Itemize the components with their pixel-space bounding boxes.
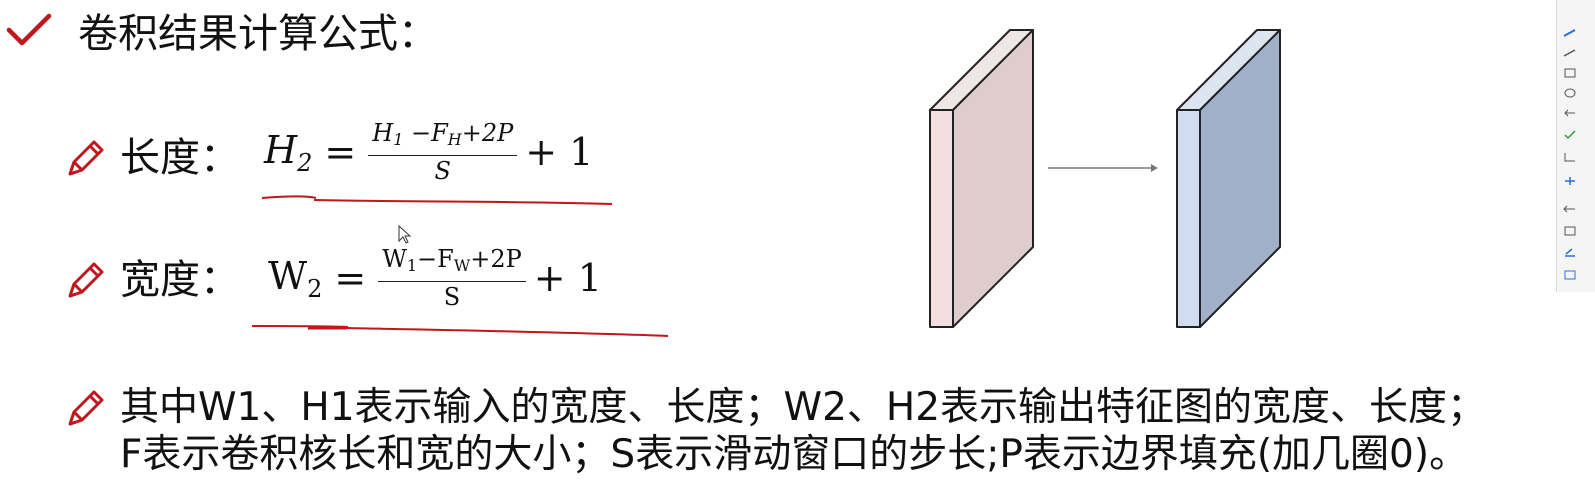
formula-lhs: W2 <box>268 253 323 303</box>
fraction-numerator: W1−FW+2P <box>382 245 522 275</box>
equals-sign: = <box>324 130 357 174</box>
eraser-tool-icon[interactable] <box>1563 226 1577 236</box>
rectangle-tool-icon[interactable] <box>1563 68 1577 78</box>
pencil-icon <box>68 140 104 176</box>
length-label: 长度： <box>120 135 240 181</box>
output-feature-map <box>1176 29 1281 328</box>
fraction-denominator: S <box>434 157 451 185</box>
formula-tail: + 1 <box>525 130 594 174</box>
description-text: 其中W1、H1表示输入的宽度、长度；W2、H2表示输出特征图的宽度、长度； F表… <box>120 384 1590 478</box>
check-icon <box>6 13 52 46</box>
pen-tool-icon[interactable] <box>1563 28 1577 38</box>
width-formula: W2 = W1−FW+2P S + 1 <box>268 244 602 312</box>
undo-tool-icon[interactable] <box>1563 204 1577 214</box>
cursor-icon <box>398 225 412 244</box>
pencil-icon <box>68 390 104 426</box>
height-formula: H2 = H1 −FH+2P S + 1 <box>264 118 593 186</box>
highlighter-tool-icon[interactable] <box>1563 248 1577 258</box>
description-line-1: 其中W1、H1表示输入的宽度、长度；W2、H2表示输出特征图的宽度、长度； <box>120 385 1487 430</box>
pencil-icon <box>68 262 104 298</box>
annotation-toolbar <box>1556 0 1595 292</box>
width-label: 宽度： <box>120 257 240 303</box>
formula-fraction: H1 −FH+2P S <box>368 118 518 186</box>
equals-sign: = <box>334 256 367 300</box>
move-tool-icon[interactable] <box>1563 176 1577 186</box>
input-feature-map <box>929 29 1034 328</box>
check-tool-icon[interactable] <box>1563 130 1577 140</box>
line-tool-icon[interactable] <box>1563 48 1577 58</box>
formula-tail: + 1 <box>533 256 602 300</box>
fraction-denominator: S <box>443 283 461 311</box>
ellipse-tool-icon[interactable] <box>1563 88 1577 98</box>
save-tool-icon[interactable] <box>1563 270 1577 280</box>
handwritten-underline <box>251 325 669 337</box>
formula-lhs: H2 <box>264 127 313 177</box>
formula-fraction: W1−FW+2P S <box>378 244 526 312</box>
description-line-2: F表示卷积核长和宽的大小；S表示滑动窗口的步长;P表示边界填充(加几圈0)。 <box>120 432 1469 477</box>
feature-map-diagram <box>929 29 1281 328</box>
fraction-numerator: H1 −FH+2P <box>372 119 514 149</box>
handwritten-underline <box>261 195 613 205</box>
arrow-icon <box>1048 164 1158 172</box>
page-title: 卷积结果计算公式： <box>78 11 438 57</box>
arrow-tool-icon[interactable] <box>1563 108 1577 118</box>
text-tool-icon[interactable] <box>1563 152 1577 162</box>
